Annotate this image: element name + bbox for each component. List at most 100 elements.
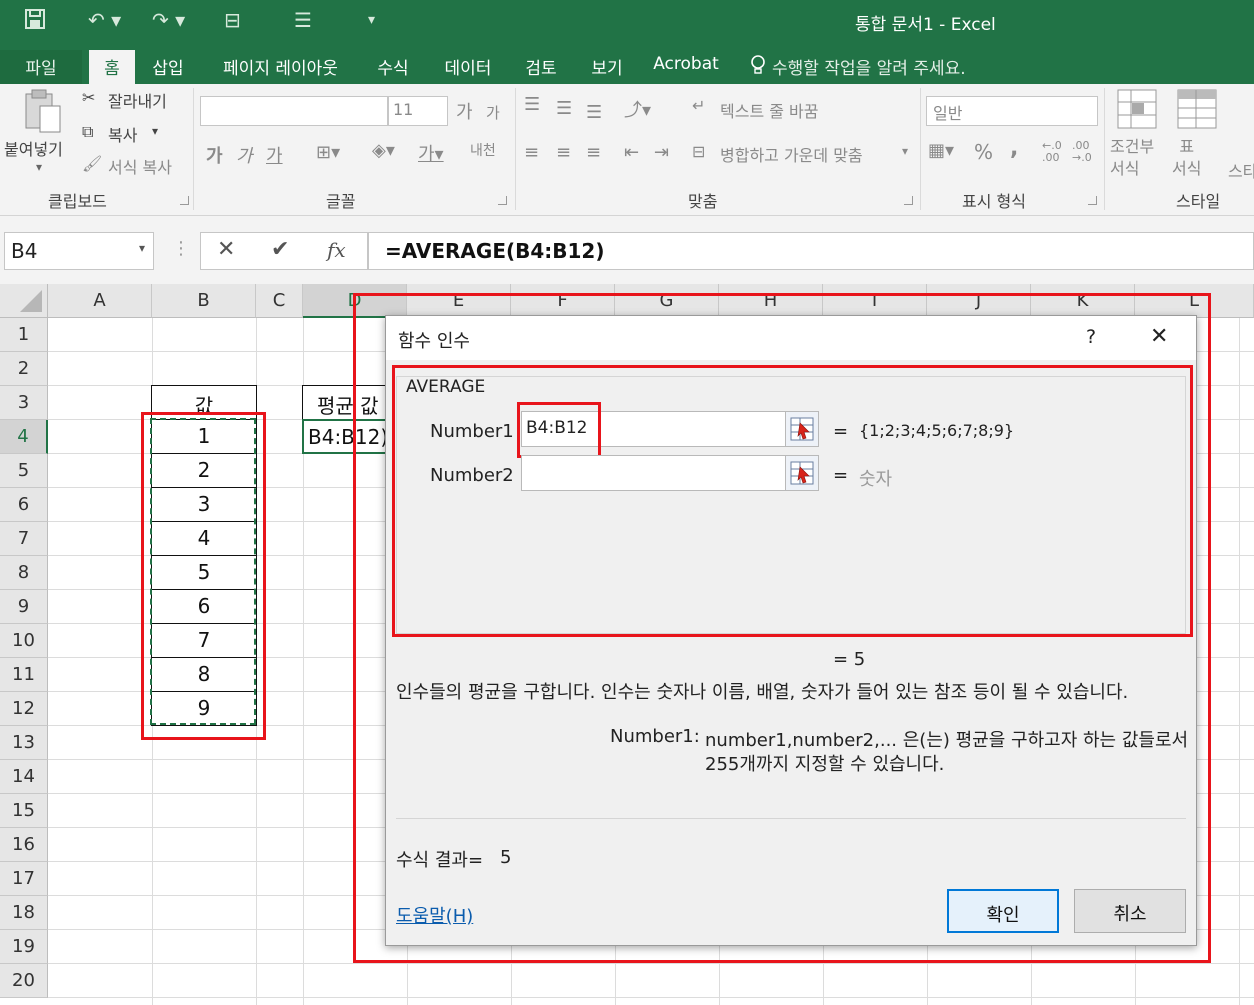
conditional-format-button[interactable]: 조건부 서식 <box>1110 136 1154 180</box>
row-header-14[interactable]: 14 <box>0 760 48 794</box>
grow-font-button[interactable]: 가 <box>456 98 473 124</box>
row-header-17[interactable]: 17 <box>0 862 48 896</box>
insert-function-icon[interactable]: fx <box>327 238 346 262</box>
increase-indent-icon[interactable]: ⇥ <box>654 142 669 163</box>
tab-page-layout[interactable]: 페이지 레이아웃 <box>208 50 353 84</box>
decrease-indent-icon[interactable]: ⇤ <box>624 142 639 163</box>
copy-dropdown-icon[interactable]: ▾ <box>152 124 158 138</box>
orientation-icon[interactable]: ⤴▾ <box>624 96 651 122</box>
tab-insert[interactable]: 삽입 <box>145 50 191 84</box>
redo-icon[interactable]: ↷ ▾ <box>152 8 185 32</box>
font-color-icon[interactable]: 가▾ <box>418 140 444 166</box>
font-size-box[interactable]: 11 <box>388 96 448 126</box>
tab-review[interactable]: 검토 <box>518 50 564 84</box>
name-box[interactable]: B4 ▾ <box>4 232 154 270</box>
tab-data[interactable]: 데이터 <box>436 50 500 84</box>
bold-button[interactable]: 가 <box>206 142 223 168</box>
row-header-4[interactable]: 4 <box>0 420 48 454</box>
enter-formula-icon[interactable]: ✔ <box>271 237 289 262</box>
help-question-icon[interactable]: ? <box>1086 326 1096 348</box>
row-header-15[interactable]: 15 <box>0 794 48 828</box>
align-left-icon[interactable]: ≡ <box>524 142 539 163</box>
align-center-icon[interactable]: ≡ <box>556 142 571 163</box>
tab-file[interactable]: 파일 <box>0 50 82 84</box>
row-header-2[interactable]: 2 <box>0 352 48 386</box>
row-header-5[interactable]: 5 <box>0 454 48 488</box>
merge-dropdown-icon[interactable]: ▾ <box>902 144 908 158</box>
copy-icon[interactable]: ⧉ <box>82 122 93 142</box>
customize-toolbar-icon[interactable]: ▾ <box>368 12 375 28</box>
cut-icon[interactable]: ✂ <box>82 88 95 107</box>
format-as-table-icon[interactable] <box>1176 88 1218 134</box>
row-header-6[interactable]: 6 <box>0 488 48 522</box>
cut-button[interactable]: 잘라내기 <box>108 88 167 112</box>
row-header-11[interactable]: 11 <box>0 658 48 692</box>
format-painter-icon[interactable]: 🖌 <box>82 154 102 173</box>
font-name-box[interactable] <box>200 96 388 126</box>
tab-view[interactable]: 보기 <box>584 50 630 84</box>
paste-icon[interactable] <box>22 88 62 140</box>
number-format-box[interactable]: 일반 <box>926 96 1098 126</box>
row-header-1[interactable]: 1 <box>0 318 48 352</box>
borders-icon[interactable]: ⊞▾ <box>316 142 340 163</box>
middle-align-icon[interactable]: ☰ <box>556 98 572 119</box>
align-right-icon[interactable]: ≡ <box>586 142 601 163</box>
increase-decimal-button[interactable]: ←.0 .00 <box>1042 140 1062 164</box>
row-header-20[interactable]: 20 <box>0 964 48 998</box>
format-as-table-button[interactable]: 표 서식 <box>1172 136 1201 180</box>
row-header-10[interactable]: 10 <box>0 624 48 658</box>
cancel-formula-icon[interactable]: ✕ <box>217 237 235 262</box>
column-header-b[interactable]: B <box>152 284 256 318</box>
clipboard-launcher-icon[interactable] <box>180 196 189 205</box>
ok-button[interactable]: 확인 <box>947 889 1059 933</box>
cancel-button[interactable]: 취소 <box>1074 889 1186 933</box>
tell-me-search[interactable]: 수행할 작업을 알려 주세요. <box>772 50 996 84</box>
select-all-corner[interactable] <box>0 284 48 318</box>
formula-input[interactable]: =AVERAGE(B4:B12) <box>368 232 1254 270</box>
conditional-format-icon[interactable] <box>1116 88 1158 134</box>
top-align-icon[interactable]: ☰ <box>524 94 540 115</box>
comma-button[interactable]: , <box>1010 136 1018 161</box>
undo-icon[interactable]: ↶ ▾ <box>88 8 121 32</box>
list-icon[interactable]: ☰ <box>294 8 312 32</box>
format-painter-button[interactable]: 서식 복사 <box>108 154 172 178</box>
underline-button[interactable]: 가 <box>266 142 283 168</box>
tab-acrobat[interactable]: Acrobat <box>648 50 724 84</box>
font-launcher-icon[interactable] <box>498 196 507 205</box>
percent-button[interactable]: % <box>974 140 993 164</box>
accounting-format-icon[interactable]: ▦▾ <box>928 140 954 161</box>
row-header-9[interactable]: 9 <box>0 590 48 624</box>
paste-dropdown-icon[interactable]: ▾ <box>36 160 42 174</box>
decrease-decimal-button[interactable]: .00 →.0 <box>1072 140 1092 164</box>
name-box-dropdown-icon[interactable]: ▾ <box>139 241 145 255</box>
row-header-13[interactable]: 13 <box>0 726 48 760</box>
merge-center-button[interactable]: 병합하고 가운데 맞춤 <box>720 142 863 166</box>
close-icon[interactable]: ✕ <box>1150 324 1168 349</box>
bottom-align-icon[interactable]: ☰ <box>586 102 602 123</box>
column-header-c[interactable]: C <box>256 284 303 318</box>
alignment-launcher-icon[interactable] <box>904 196 913 205</box>
tab-formulas[interactable]: 수식 <box>370 50 416 84</box>
row-header-19[interactable]: 19 <box>0 930 48 964</box>
help-link[interactable]: 도움말(H) <box>396 902 473 928</box>
row-header-18[interactable]: 18 <box>0 896 48 930</box>
shrink-font-button[interactable]: 가 <box>486 102 500 123</box>
form-icon[interactable]: ⊟ <box>224 8 241 32</box>
wrap-text-button[interactable]: 텍스트 줄 바꿈 <box>720 98 819 122</box>
italic-button[interactable]: 가 <box>236 142 253 168</box>
paste-button[interactable]: 붙여넣기 <box>4 136 63 160</box>
tab-home[interactable]: 홈 <box>89 50 135 84</box>
row-header-8[interactable]: 8 <box>0 556 48 590</box>
row-header-7[interactable]: 7 <box>0 522 48 556</box>
copy-button[interactable]: 복사 <box>108 122 137 146</box>
number-launcher-icon[interactable] <box>1088 196 1097 205</box>
row-header-3[interactable]: 3 <box>0 386 48 420</box>
wrap-text-icon[interactable]: ↵ <box>692 96 705 115</box>
column-header-a[interactable]: A <box>48 284 152 318</box>
fill-color-icon[interactable]: ◈▾ <box>372 140 395 161</box>
phonetic-button[interactable]: 내천 <box>470 140 496 160</box>
cell-styles-button[interactable]: 스타 <box>1228 158 1254 182</box>
row-header-16[interactable]: 16 <box>0 828 48 862</box>
row-header-12[interactable]: 12 <box>0 692 48 726</box>
save-icon[interactable] <box>24 8 46 35</box>
